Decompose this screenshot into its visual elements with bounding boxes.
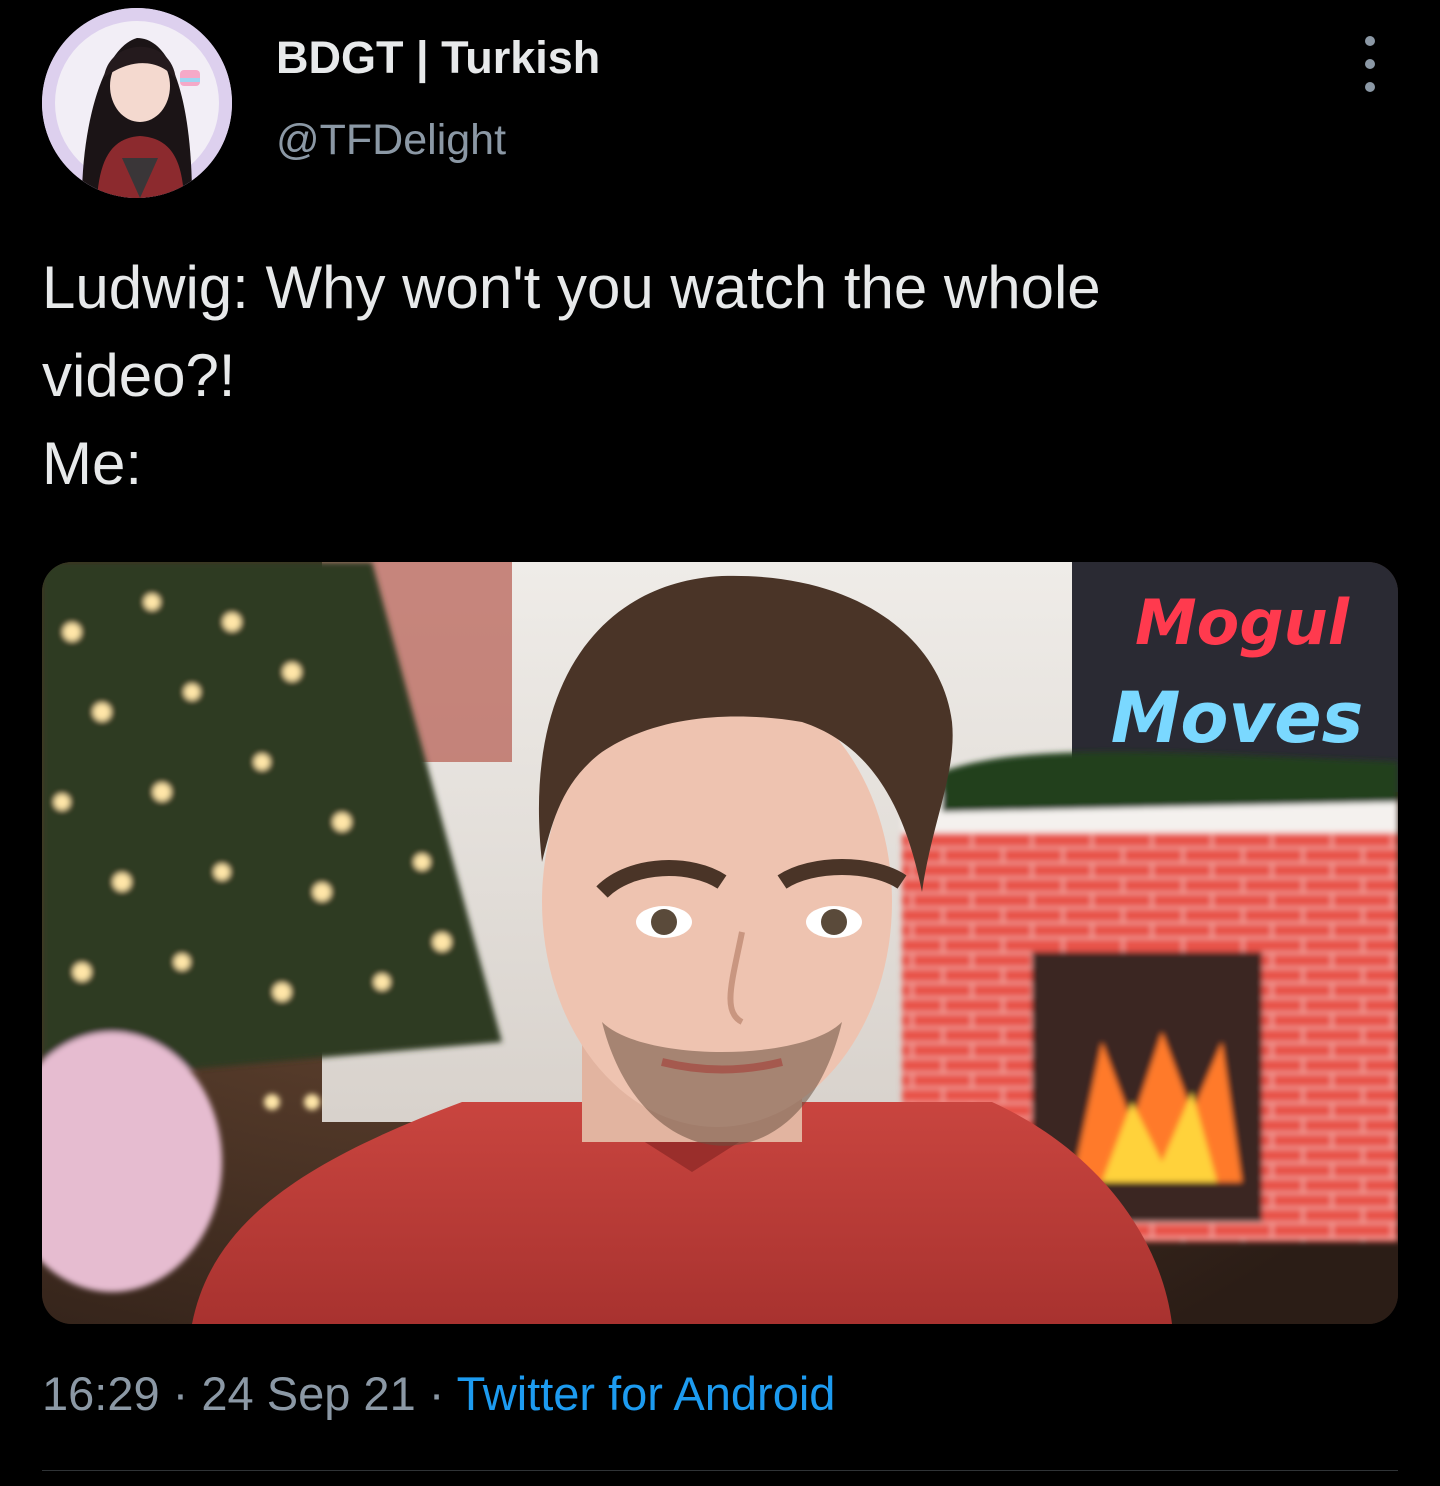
meta-separator: · <box>159 1367 202 1420</box>
tweet-source-link[interactable]: Twitter for Android <box>457 1367 836 1420</box>
anime-avatar-icon <box>42 8 232 198</box>
meta-separator: · <box>415 1367 457 1420</box>
tweet-date[interactable]: 24 Sep 21 <box>201 1367 415 1420</box>
neon-sign-line1: Mogul <box>1135 586 1350 659</box>
more-dot <box>1365 59 1375 69</box>
author-avatar[interactable] <box>42 8 232 198</box>
author-handle[interactable]: @TFDelight <box>276 116 506 165</box>
tweet-time[interactable]: 16:29 <box>42 1367 160 1420</box>
tweet-media-image[interactable]: Mogul Moves <box>42 562 1398 1324</box>
tweet-metadata: 16:29 · 24 Sep 21 · Twitter for Android <box>42 1366 835 1421</box>
more-vertical-icon <box>1365 36 1375 46</box>
tweet-line: Ludwig: Why won't you watch the whole <box>42 254 1101 321</box>
tweet-line: Me: <box>42 430 143 497</box>
photo-illustration: Mogul Moves <box>42 562 1398 1324</box>
tweet-text: Ludwig: Why won't you watch the whole vi… <box>42 244 1382 508</box>
more-options-button[interactable] <box>1350 36 1390 92</box>
divider <box>42 1470 1398 1471</box>
author-display-name[interactable]: BDGT | Turkish <box>276 32 600 84</box>
more-dot <box>1365 82 1375 92</box>
tweet-line: video?! <box>42 342 236 409</box>
neon-sign-line2: Moves <box>1111 677 1364 759</box>
